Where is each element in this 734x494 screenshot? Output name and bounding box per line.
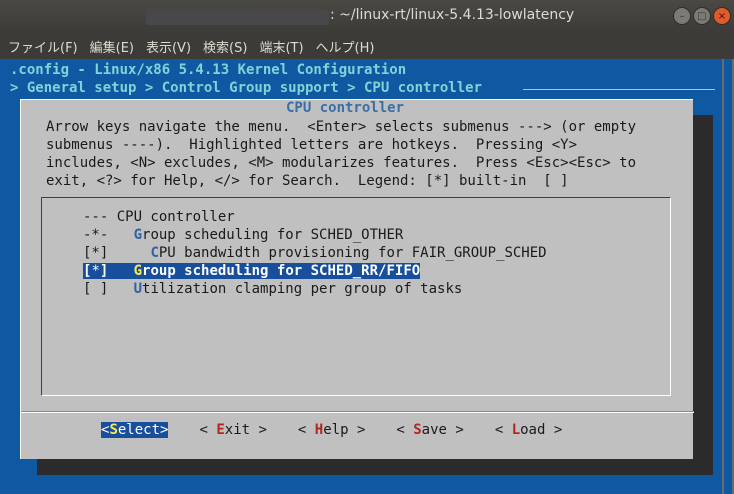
redacted-hostname xyxy=(146,9,329,25)
btn-close: > xyxy=(446,422,464,438)
window-title: : ~/linux-rt/linux-5.4.13-lowlatency xyxy=(330,7,575,23)
btn-open: < xyxy=(396,422,414,438)
item-prefix-close: ] xyxy=(99,263,134,279)
btn-hotkey: E xyxy=(216,422,225,438)
btn-label: elect xyxy=(117,422,161,438)
window-titlebar[interactable]: : ~/linux-rt/linux-5.4.13-lowlatency – □… xyxy=(0,0,734,33)
btn-close: > xyxy=(250,422,267,438)
button-row: <Select> < Exit > < Help > < Save > < Load > xyxy=(101,422,593,438)
btn-label: oad xyxy=(520,422,546,438)
btn-close: > xyxy=(545,422,563,438)
exit-button[interactable]: < Exit > xyxy=(199,422,266,438)
help-line: includes, <N> excludes, <M> modularizes … xyxy=(46,155,637,171)
help-button[interactable]: < Help > xyxy=(298,422,365,438)
btn-hotkey: L xyxy=(511,422,521,438)
load-button[interactable]: < Load > xyxy=(495,422,562,438)
save-button[interactable]: < Save > xyxy=(396,422,463,438)
scrollbar-thumb[interactable] xyxy=(724,59,732,494)
menu-view[interactable]: 表示(V) xyxy=(146,37,191,56)
terminal-scrollbar[interactable] xyxy=(722,59,734,494)
item-label: roup scheduling for SCHED_OTHER xyxy=(142,227,404,243)
help-line: submenus ----). Highlighted letters are … xyxy=(46,137,578,153)
btn-label: elp xyxy=(323,422,349,438)
menu-item-sched-rr-fifo[interactable]: [*] Group scheduling for SCHED_RR/FIFO xyxy=(83,262,421,280)
btn-hotkey: S xyxy=(109,422,118,438)
item-hotkey: G xyxy=(133,227,143,243)
btn-hotkey: H xyxy=(314,422,324,438)
item-prefix: [*] xyxy=(83,245,151,261)
item-prefix: [ ] xyxy=(83,281,134,297)
maximize-icon[interactable]: □ xyxy=(693,7,711,25)
minimize-icon[interactable]: – xyxy=(673,7,691,25)
dialog-shadow-bottom xyxy=(37,459,713,475)
menu-file[interactable]: ファイル(F) xyxy=(8,37,78,56)
item-prefix: --- xyxy=(83,209,117,225)
menu-edit[interactable]: 編集(E) xyxy=(90,37,134,56)
menuconfig-dialog: CPU controller Arrow keys navigate the m… xyxy=(20,99,694,459)
btn-close: > xyxy=(348,422,366,438)
menu-item-cpu-controller[interactable]: --- CPU controller xyxy=(83,208,235,226)
btn-open: < xyxy=(494,422,512,438)
menu-listbox[interactable]: --- CPU controller -*- Group scheduling … xyxy=(41,197,671,396)
help-line: exit, <?> for Help, </> for Search. Lege… xyxy=(46,173,569,189)
dialog-title: CPU controller xyxy=(283,100,408,116)
select-button[interactable]: <Select> xyxy=(101,422,169,438)
menu-item-sched-other[interactable]: -*- Group scheduling for SCHED_OTHER xyxy=(83,226,403,244)
item-hotkey: U xyxy=(133,281,143,297)
dialog-shadow-right xyxy=(693,115,713,475)
btn-open: < xyxy=(199,422,217,438)
item-hotkey: G xyxy=(133,263,143,279)
close-icon[interactable]: × xyxy=(713,7,731,25)
btn-label: xit xyxy=(224,422,251,438)
breadcrumb: > General setup > Control Group support … xyxy=(10,80,483,96)
btn-close: > xyxy=(160,422,169,438)
help-line: Arrow keys navigate the menu. <Enter> se… xyxy=(46,119,637,135)
item-hotkey: C xyxy=(150,245,159,261)
config-header: .config - Linux/x86 5.4.13 Kernel Config… xyxy=(10,62,407,78)
menu-search[interactable]: 検索(S) xyxy=(203,37,247,56)
btn-open: < xyxy=(297,422,315,438)
menu-help[interactable]: ヘルプ(H) xyxy=(316,37,375,56)
header-rule xyxy=(523,89,715,90)
help-text: Arrow keys navigate the menu. <Enter> se… xyxy=(46,118,636,190)
menu-terminal[interactable]: 端末(T) xyxy=(259,37,303,56)
menubar: ファイル(F) 編集(E) 表示(V) 検索(S) 端末(T) ヘルプ(H) xyxy=(0,33,734,59)
dialog-separator xyxy=(21,412,694,413)
btn-hotkey: S xyxy=(413,422,422,438)
terminal-area[interactable]: .config - Linux/x86 5.4.13 Kernel Config… xyxy=(0,59,734,494)
item-label: CPU controller xyxy=(116,209,235,225)
item-label: tilization clamping per group of tasks xyxy=(142,281,463,297)
item-cursor: * xyxy=(91,263,100,279)
item-label: roup scheduling for SCHED_RR/FIFO xyxy=(142,263,421,279)
item-prefix: -*- xyxy=(83,227,134,243)
btn-label: ave xyxy=(421,422,447,438)
menu-item-cpu-bandwidth[interactable]: [*] CPU bandwidth provisioning for FAIR_… xyxy=(83,244,547,262)
menu-item-util-clamp[interactable]: [ ] Utilization clamping per group of ta… xyxy=(83,280,462,298)
item-label: PU bandwidth provisioning for FAIR_GROUP… xyxy=(158,245,547,261)
